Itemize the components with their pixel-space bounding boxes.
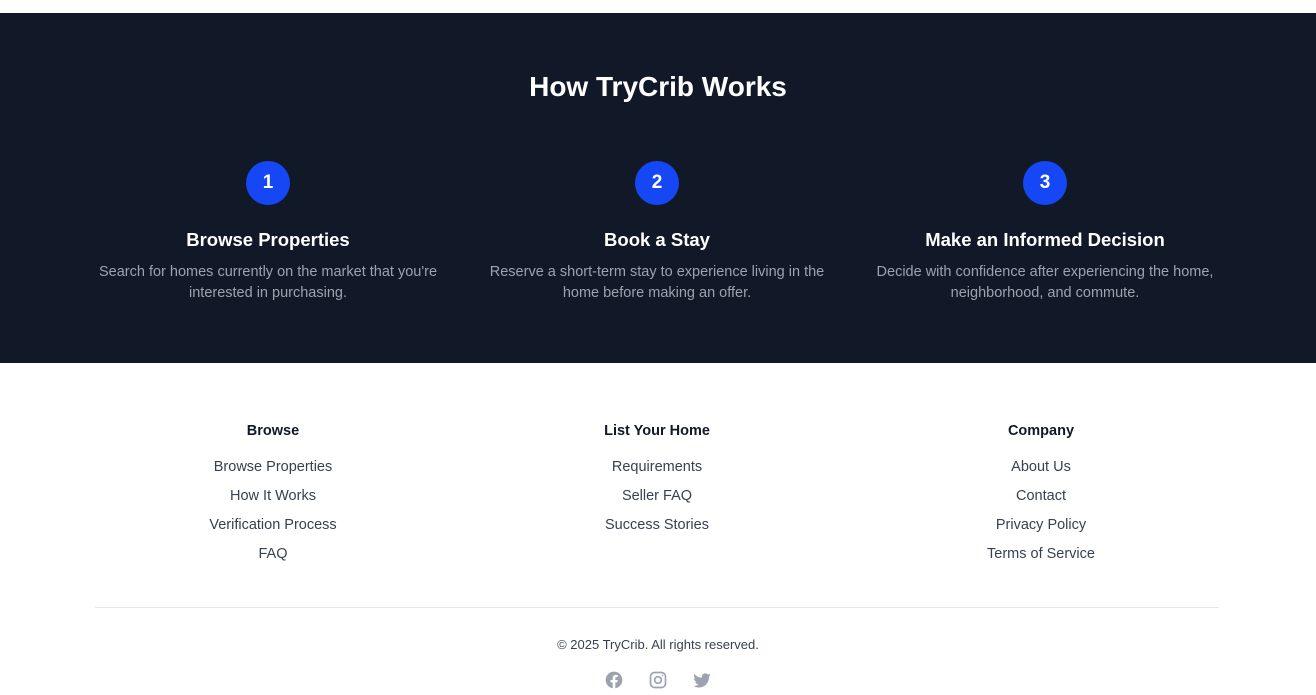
step-heading: Book a Stay xyxy=(604,229,710,250)
section-title: How TryCrib Works xyxy=(529,71,787,102)
footer-link-verification-process[interactable]: Verification Process xyxy=(153,515,393,535)
footer-column-title: Company xyxy=(1007,423,1075,439)
how-it-works-section: How TryCrib Works 1 Browse Properties Se… xyxy=(0,13,1316,363)
footer-link-privacy-policy[interactable]: Privacy Policy xyxy=(921,515,1161,535)
step-heading: Browse Properties xyxy=(186,229,350,250)
footer-link-faq[interactable]: FAQ xyxy=(153,544,393,564)
step-browse-properties: 1 Browse Properties Search for homes cur… xyxy=(88,161,448,304)
twitter-icon[interactable] xyxy=(692,670,712,690)
social-links xyxy=(0,670,1316,692)
footer-link-browse-properties[interactable]: Browse Properties xyxy=(153,457,393,477)
step-number-badge: 1 xyxy=(246,161,290,205)
footer-link-requirements[interactable]: Requirements xyxy=(537,457,777,477)
step-number-badge: 2 xyxy=(635,161,679,205)
copyright-text: © 2025 TryCrib. All rights reserved. xyxy=(557,637,759,652)
step-heading: Make an Informed Decision xyxy=(925,229,1165,250)
facebook-icon[interactable] xyxy=(604,670,624,690)
footer-link-success-stories[interactable]: Success Stories xyxy=(537,515,777,535)
step-make-informed-decision: 3 Make an Informed Decision Decide with … xyxy=(865,161,1225,304)
footer-column-title: Browse xyxy=(246,423,300,439)
footer-link-contact[interactable]: Contact xyxy=(921,486,1161,506)
footer-link-about-us[interactable]: About Us xyxy=(921,457,1161,477)
footer-column-title: List Your Home xyxy=(604,423,710,439)
footer-link-how-it-works[interactable]: How It Works xyxy=(153,486,393,506)
top-strip xyxy=(0,0,1316,13)
step-book-a-stay: 2 Book a Stay Reserve a short-term stay … xyxy=(477,161,837,304)
footer-column-browse: Browse Browse Properties How It Works Ve… xyxy=(153,421,393,573)
footer-link-terms-of-service[interactable]: Terms of Service xyxy=(921,544,1161,564)
site-footer: Browse Browse Properties How It Works Ve… xyxy=(0,363,1316,695)
step-description: Reserve a short-term stay to experience … xyxy=(489,264,825,301)
instagram-icon[interactable] xyxy=(648,670,668,690)
step-description: Decide with confidence after experiencin… xyxy=(876,264,1214,301)
step-description: Search for homes currently on the market… xyxy=(98,264,438,301)
step-number-badge: 3 xyxy=(1023,161,1067,205)
footer-divider xyxy=(95,607,1219,608)
footer-column-list-your-home: List Your Home Requirements Seller FAQ S… xyxy=(537,421,777,544)
footer-link-seller-faq[interactable]: Seller FAQ xyxy=(537,486,777,506)
footer-column-company: Company About Us Contact Privacy Policy … xyxy=(921,421,1161,573)
